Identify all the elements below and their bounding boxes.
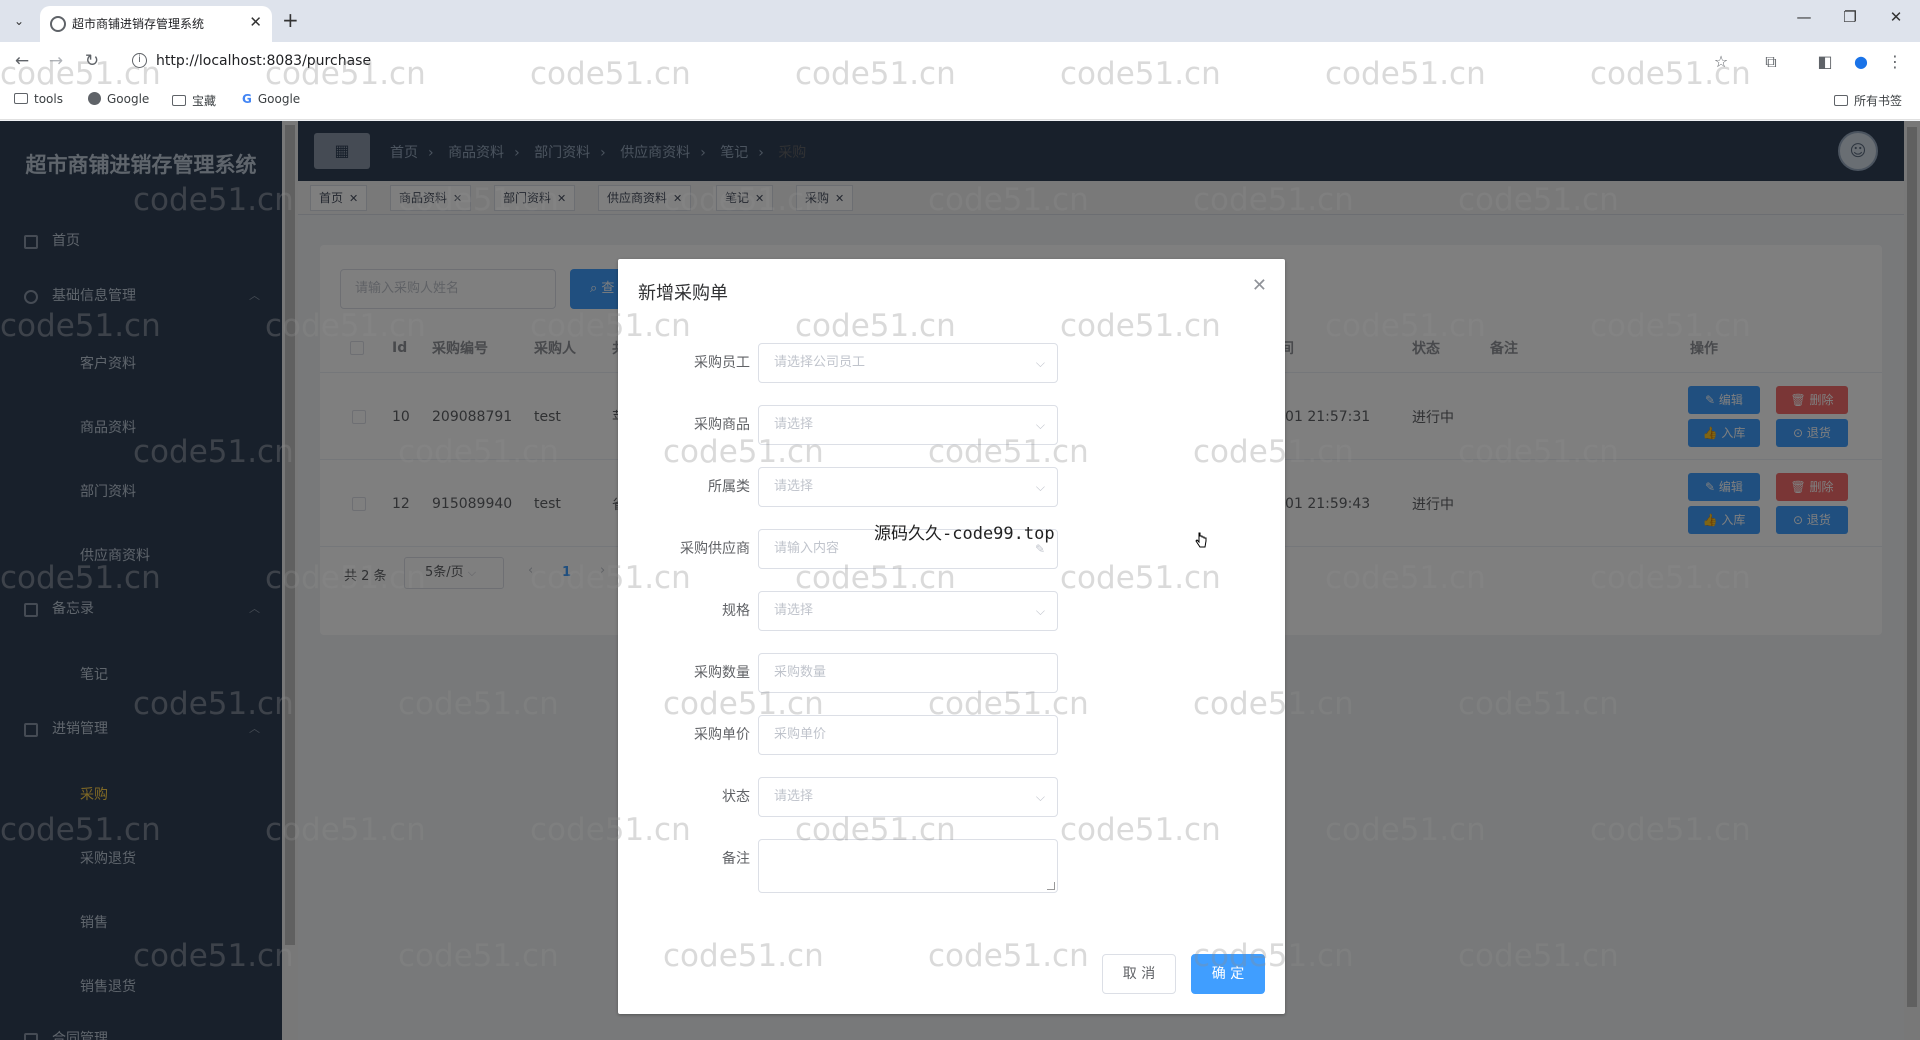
field-label: 采购供应商	[680, 541, 750, 557]
hand-cursor-icon	[1195, 532, 1207, 548]
field-label: 采购数量	[694, 665, 750, 681]
note-textarea[interactable]	[758, 839, 1058, 893]
bookmark-star-icon[interactable]: ☆	[1710, 52, 1732, 71]
bookmark-tools[interactable]: tools	[14, 92, 63, 106]
bookmarks-bar: tools Google 宝藏 G Google 所有书签	[0, 80, 1920, 120]
status-select[interactable]: 请选择 ⌵	[758, 777, 1058, 817]
url-text: http://localhost:8083/purchase	[156, 53, 372, 69]
form-row-price: 采购单价 采购单价	[618, 715, 1285, 755]
employee-select[interactable]: 请选择公司员工 ⌵	[758, 343, 1058, 383]
browser-tab[interactable]: 超市商铺进销存管理系统 ✕	[40, 6, 272, 42]
resize-handle[interactable]	[1047, 882, 1055, 890]
bookmark-google-1[interactable]: Google	[88, 92, 149, 106]
minimize-icon[interactable]: —	[1790, 8, 1818, 26]
tab-title: 超市商铺进销存管理系统	[72, 17, 205, 31]
reload-icon[interactable]: ↻	[80, 50, 104, 72]
new-tab-button[interactable]: +	[282, 8, 299, 32]
chevron-down-icon: ⌵	[1035, 356, 1045, 370]
browser-tab-strip: ⌄ 超市商铺进销存管理系统 ✕ + — ❐ ✕	[0, 0, 1920, 42]
field-label: 规格	[722, 603, 750, 619]
product-select[interactable]: 请选择 ⌵	[758, 405, 1058, 445]
form-row-quantity: 采购数量 采购数量	[618, 653, 1285, 693]
chevron-down-icon: ⌵	[1035, 418, 1045, 432]
quantity-input[interactable]: 采购数量	[758, 653, 1058, 693]
chevron-down-icon: ⌵	[1035, 480, 1045, 494]
globe-icon	[50, 16, 66, 32]
spec-select[interactable]: 请选择 ⌵	[758, 591, 1058, 631]
extensions-icon[interactable]: ⧉	[1760, 52, 1782, 72]
form-row-category: 所属类 请选择 ⌵	[618, 467, 1285, 507]
window-close-icon[interactable]: ✕	[1882, 8, 1910, 26]
field-label: 采购单价	[694, 727, 750, 743]
field-label: 采购商品	[694, 417, 750, 433]
add-purchase-dialog: 新增采购单 ✕ 采购员工 请选择公司员工 ⌵ 采购商品 请选择 ⌵ 所属类 请选…	[618, 259, 1285, 1014]
chevron-down-icon: ⌵	[1035, 604, 1045, 618]
folder-icon	[1834, 95, 1848, 106]
tab-search-icon[interactable]: ⌄	[8, 10, 30, 32]
bookmark-treasure[interactable]: 宝藏	[172, 92, 216, 109]
chevron-down-icon: ⌵	[1035, 790, 1045, 804]
profile-icon[interactable]: ●	[1850, 52, 1872, 71]
url-field[interactable]: i http://localhost:8083/purchase	[124, 46, 1754, 76]
field-label: 备注	[722, 851, 750, 867]
address-bar: ← → ↻ i http://localhost:8083/purchase ☆…	[0, 42, 1920, 80]
close-icon[interactable]: ✕	[1252, 275, 1267, 296]
more-menu-icon[interactable]: ⋮	[1884, 52, 1906, 71]
sidepanel-icon[interactable]: ◧	[1814, 52, 1836, 71]
form-row-product: 采购商品 请选择 ⌵	[618, 405, 1285, 445]
unit-price-input[interactable]: 采购单价	[758, 715, 1058, 755]
category-select[interactable]: 请选择 ⌵	[758, 467, 1058, 507]
all-bookmarks[interactable]: 所有书签	[1834, 92, 1902, 109]
dialog-title: 新增采购单	[638, 283, 728, 304]
overlay-watermark-text: 源码久久-code99.top	[874, 524, 1055, 544]
back-icon[interactable]: ←	[10, 50, 34, 72]
folder-icon	[14, 93, 28, 104]
site-info-icon[interactable]: i	[132, 53, 147, 68]
forward-icon[interactable]: →	[44, 50, 68, 72]
cancel-button[interactable]: 取 消	[1102, 954, 1176, 994]
form-row-status: 状态 请选择 ⌵	[618, 777, 1285, 817]
bookmark-google-2[interactable]: G Google	[242, 92, 300, 106]
folder-icon	[172, 95, 186, 106]
field-label: 所属类	[708, 479, 750, 495]
globe-icon	[88, 92, 101, 105]
field-label: 采购员工	[694, 355, 750, 371]
form-row-spec: 规格 请选择 ⌵	[618, 591, 1285, 631]
tab-close-icon[interactable]: ✕	[249, 13, 262, 31]
restore-icon[interactable]: ❐	[1836, 8, 1864, 26]
form-row-employee: 采购员工 请选择公司员工 ⌵	[618, 343, 1285, 383]
form-row-note: 备注	[618, 839, 1285, 893]
field-label: 状态	[722, 789, 750, 805]
google-icon: G	[242, 92, 252, 106]
confirm-button[interactable]: 确 定	[1191, 954, 1265, 994]
